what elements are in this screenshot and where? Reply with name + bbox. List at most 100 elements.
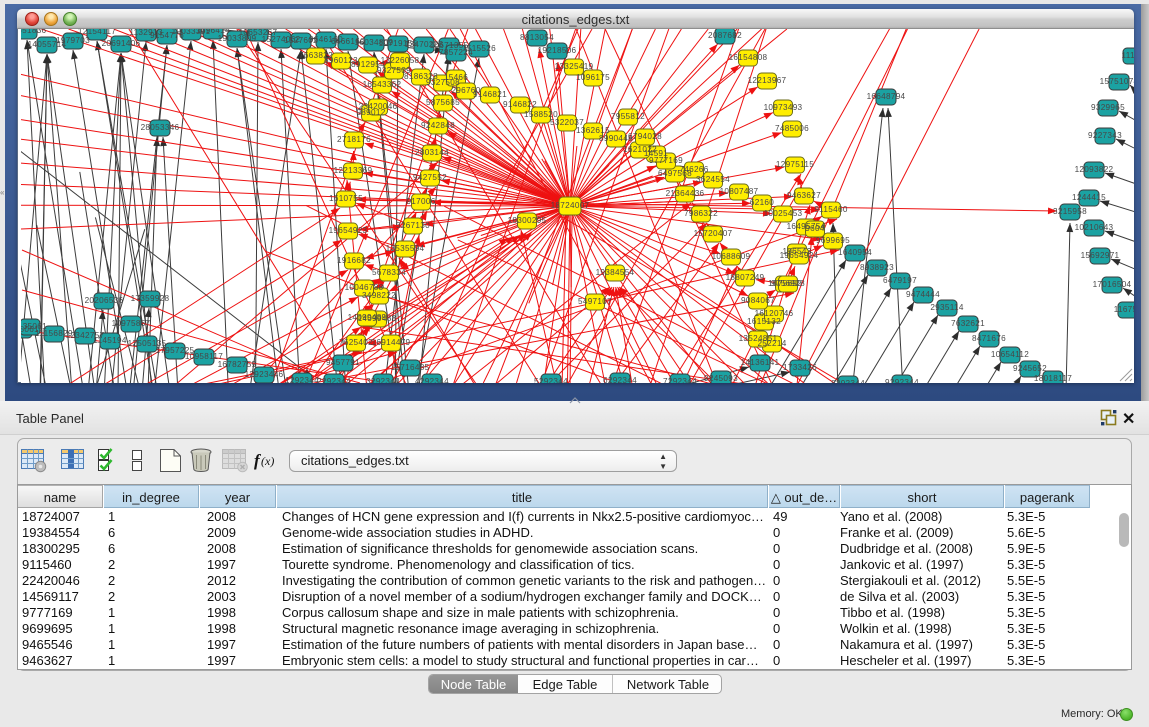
svg-text:19654923: 19654923 [329, 226, 368, 235]
svg-text:9329965: 9329965 [1091, 103, 1125, 112]
svg-text:16543362: 16543362 [363, 80, 402, 89]
svg-text:2718176: 2718176 [337, 135, 371, 144]
svg-text:9084067: 9084067 [741, 296, 775, 305]
svg-text:13325419: 13325419 [555, 62, 594, 71]
svg-text:9699695: 9699695 [816, 236, 850, 245]
svg-text:14136141: 14136141 [741, 358, 780, 367]
svg-text:7986322: 7986322 [684, 209, 718, 218]
svg-text:15720407: 15720407 [694, 229, 733, 238]
svg-text:7663822: 7663822 [299, 51, 333, 60]
svg-text:8471676: 8471676 [972, 334, 1006, 343]
svg-text:8186328: 8186328 [404, 72, 438, 81]
svg-text:9146822: 9146822 [503, 100, 537, 109]
svg-text:1979703: 1979703 [56, 36, 90, 45]
svg-text:2935114: 2935114 [930, 303, 964, 312]
svg-text:1916682: 1916682 [337, 256, 371, 265]
svg-text:9292344: 9292344 [885, 378, 919, 383]
svg-text:9604: 9604 [805, 224, 825, 233]
svg-text:9463627: 9463627 [787, 191, 821, 200]
svg-text:10210643: 10210643 [1075, 223, 1114, 232]
svg-text:15716485: 15716485 [391, 363, 430, 372]
svg-text:12093822: 12093822 [1075, 165, 1114, 174]
svg-text:1244415: 1244415 [1072, 193, 1106, 202]
svg-text:6292344: 6292344 [603, 376, 637, 383]
svg-text:15751074: 15751074 [1100, 77, 1134, 86]
svg-text:16782759: 16782759 [218, 360, 257, 369]
svg-text:19218506: 19218506 [538, 46, 577, 55]
svg-text:3267130: 3267130 [396, 221, 430, 230]
svg-text:10975867: 10975867 [112, 319, 151, 328]
svg-text:2292344: 2292344 [317, 377, 351, 383]
svg-text:18724007: 18724007 [551, 201, 590, 210]
svg-text:16914479: 16914479 [372, 338, 411, 347]
svg-text:15466: 15466 [444, 73, 468, 82]
svg-text:20206536: 20206536 [85, 296, 124, 305]
svg-text:17016504: 17016504 [1093, 280, 1132, 289]
svg-text:15692971: 15692971 [1081, 251, 1120, 260]
svg-text:2803144: 2803144 [415, 148, 449, 157]
svg-text:9242848: 9242848 [421, 121, 455, 130]
svg-text:12923446: 12923446 [245, 370, 284, 379]
svg-text:28053346: 28053346 [141, 123, 180, 132]
svg-text:(x): (x) [261, 454, 274, 468]
svg-text:13535594: 13535594 [386, 244, 425, 253]
svg-text:10654112: 10654112 [991, 350, 1029, 359]
svg-text:3624554: 3624554 [696, 175, 730, 184]
svg-text:3292344: 3292344 [366, 377, 400, 383]
svg-text:9756928: 9756928 [771, 279, 805, 288]
svg-text:13524851: 13524851 [739, 334, 778, 343]
svg-text:7857224: 7857224 [439, 48, 473, 57]
svg-text:21651836: 21651836 [21, 29, 47, 35]
svg-text:1621022: 1621022 [623, 145, 657, 154]
svg-text:9245652: 9245652 [1013, 364, 1047, 373]
svg-text:18807249: 18807249 [726, 273, 765, 282]
svg-text:12213967: 12213967 [748, 76, 787, 85]
svg-text:10973493: 10973493 [764, 103, 803, 112]
svg-text:3215958: 3215958 [1053, 207, 1087, 216]
svg-text:917006: 917006 [406, 197, 435, 206]
svg-text:4292344: 4292344 [415, 377, 449, 383]
svg-text:7632621: 7632621 [951, 319, 985, 328]
svg-text:8938923: 8938923 [860, 263, 894, 272]
svg-text:3498222: 3498222 [362, 291, 396, 300]
svg-text:21364436: 21364436 [666, 189, 705, 198]
svg-text:9227343: 9227343 [1088, 131, 1122, 140]
svg-text:9146821: 9146821 [473, 90, 507, 99]
svg-text:746266: 746266 [679, 165, 708, 174]
svg-text:18300295: 18300295 [508, 216, 547, 225]
svg-text:1610755: 1610755 [329, 194, 363, 203]
svg-text:20691406: 20691406 [102, 39, 141, 48]
svg-text:5678334: 5678334 [372, 268, 406, 277]
svg-text:5292344: 5292344 [534, 377, 568, 383]
svg-text:12975115: 12975115 [776, 160, 814, 169]
svg-text:9115460: 9115460 [814, 205, 848, 214]
svg-text:9474444: 9474444 [906, 290, 940, 299]
svg-text:12213369: 12213369 [334, 166, 373, 175]
svg-text:14099489: 14099489 [348, 313, 387, 322]
svg-text:1292344: 1292344 [285, 376, 319, 383]
svg-text:9427552: 9427552 [413, 173, 447, 182]
svg-text:23420046: 23420046 [359, 102, 398, 111]
svg-text:116753: 116753 [1114, 305, 1134, 314]
svg-text:19384554: 19384554 [596, 268, 635, 277]
svg-text:7955812: 7955812 [611, 112, 645, 121]
svg-text:7625402: 7625402 [339, 338, 373, 347]
svg-text:18018117: 18018117 [1034, 374, 1072, 383]
svg-text:16154808: 16154808 [729, 53, 768, 62]
svg-text:10046788: 10046788 [345, 283, 384, 292]
svg-text:1640954: 1640954 [838, 248, 872, 257]
svg-text:1733426: 1733426 [783, 363, 817, 372]
svg-text:10025453: 10025453 [764, 209, 803, 218]
svg-text:12154117: 12154117 [78, 29, 116, 36]
svg-text:10688609: 10688609 [712, 252, 751, 261]
svg-text:1615132: 1615132 [747, 317, 781, 326]
svg-text:1145194: 1145194 [93, 336, 127, 345]
svg-text:7485006: 7485006 [775, 124, 809, 133]
svg-text:19654924: 19654924 [780, 251, 819, 260]
svg-text:6794028: 6794028 [628, 132, 662, 141]
svg-text:8292344: 8292344 [831, 379, 865, 383]
svg-text:2087682: 2087682 [708, 31, 742, 40]
svg-text:16120746: 16120746 [755, 309, 794, 318]
svg-text:8813054: 8813054 [520, 33, 554, 42]
svg-text:9245093: 9245093 [704, 374, 738, 383]
